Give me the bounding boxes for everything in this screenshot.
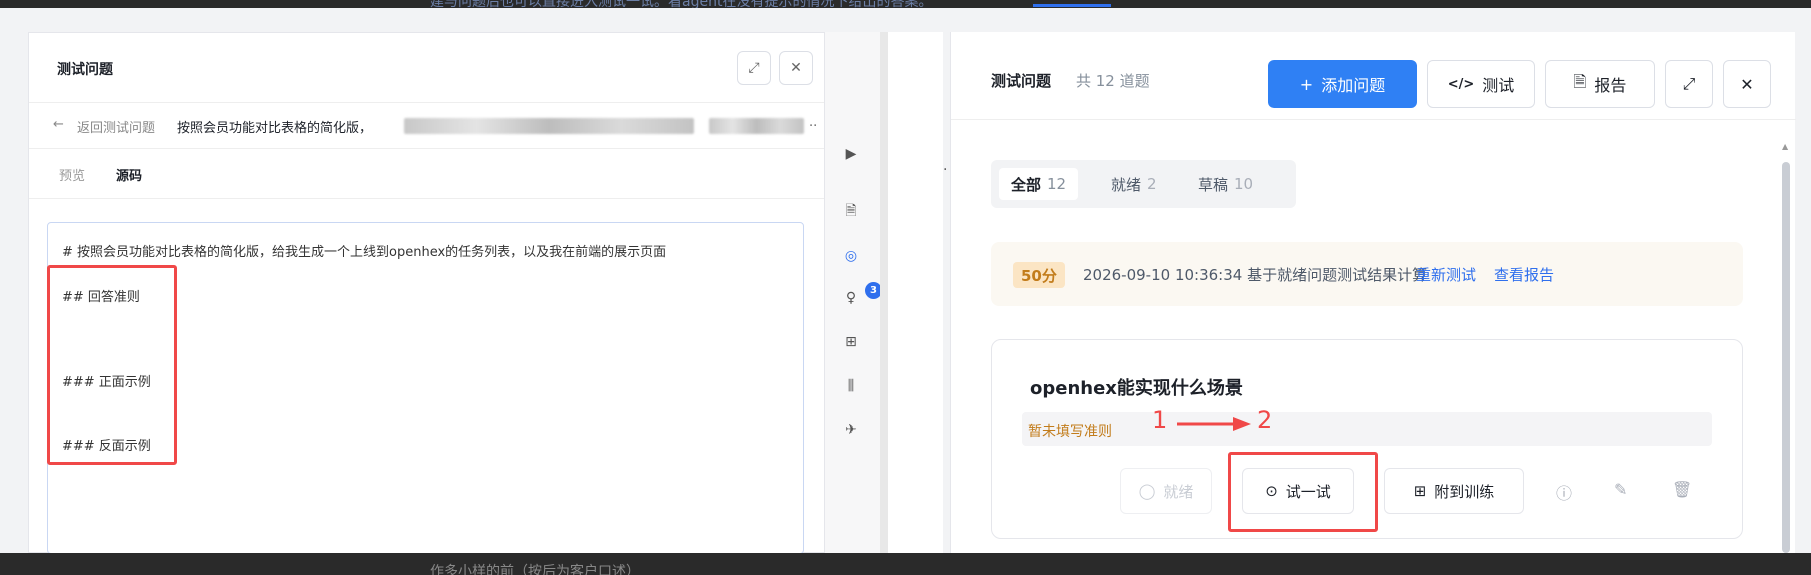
score-summary-bar: 50分 2026-09-10 10:36:34 基于就绪问题测试结果计算 重新测…	[991, 242, 1743, 306]
annotation-highlight-box	[1228, 452, 1378, 532]
score-badge: 50分	[1013, 262, 1065, 288]
report-icon: 🗎	[1573, 71, 1587, 91]
scrollbar[interactable]: ▲	[1781, 132, 1791, 553]
filter-count: 10	[1234, 175, 1254, 193]
check-circle-icon: ◯	[1138, 482, 1156, 500]
redacted-text	[404, 118, 694, 134]
filter-draft[interactable]: 草稿 10	[1186, 168, 1265, 200]
right-test-question-panel: 测试问题 共 12 道题 + 添加问题 </> 测试 🗎 报告 ⤢ ✕ 全部 1…	[950, 32, 1796, 553]
close-icon[interactable]: ✕	[1723, 60, 1771, 108]
view-report-link[interactable]: 查看报告	[1494, 264, 1554, 285]
edit-icon[interactable]: ✎	[1614, 480, 1627, 499]
close-icon[interactable]: ✕	[779, 51, 813, 85]
score-info-text: 2026-09-10 10:36:34 基于就绪问题测试结果计算	[1083, 266, 1428, 284]
question-chat-icon[interactable]: ◎	[841, 246, 861, 266]
rule-placeholder: 暂未填写准则	[1028, 424, 1112, 440]
panel-divider	[880, 32, 888, 553]
side-icon-rail: ▶ 🗎 ◎ ♀ 3 ⊞ ⫼ ✈	[825, 32, 882, 553]
workspace: 测试问题 ⤢ ✕ ← 返回测试问题 按照会员功能对比表格的简化版， .. 预览 …	[0, 8, 1811, 554]
add-question-button[interactable]: + 添加问题	[1268, 60, 1417, 108]
expand-icon[interactable]: ⤢	[1665, 60, 1713, 108]
background-text-fragment: 建与问题后也可以直接进入测试一试。看agent在没有提示的情况下给出的答案。	[430, 0, 933, 8]
report-label: 报告	[1594, 76, 1627, 95]
question-name: openhex能实现什么场景	[1030, 378, 1243, 399]
delete-icon[interactable]: 🗑	[1672, 480, 1692, 499]
annotation-number-1: 1	[1152, 406, 1168, 434]
report-button[interactable]: 🗎 报告	[1545, 60, 1655, 108]
left-panel-title: 测试问题	[57, 62, 113, 78]
background-top-strip: 建与问题后也可以直接进入测试一试。看agent在没有提示的情况下给出的答案。	[0, 0, 1811, 8]
background-text-fragment: 作多小样的前（按后为客户口述）	[430, 564, 640, 575]
redacted-text	[709, 118, 804, 134]
code-icon: </>	[1447, 76, 1475, 92]
right-panel-title: 测试问题	[991, 72, 1052, 90]
answer-rule-field[interactable]: 暂未填写准则	[1022, 412, 1712, 446]
filter-label: 就绪	[1111, 175, 1142, 194]
play-icon[interactable]: ▶	[841, 144, 861, 164]
test-label: 测试	[1482, 76, 1515, 95]
annotation-number-2: 2	[1257, 406, 1273, 434]
attach-label: 附到训练	[1434, 482, 1495, 501]
document-icon[interactable]: 🗎	[841, 202, 861, 222]
filter-count: 2	[1147, 175, 1157, 193]
ready-button[interactable]: ◯ 就绪	[1120, 468, 1212, 514]
background-bottom-strip: 作多小样的前（按后为客户口述）	[0, 553, 1811, 575]
filter-label: 全部	[1011, 175, 1042, 194]
view-tabs: 预览 源码	[29, 149, 824, 199]
back-bar: ← 返回测试问题 按照会员功能对比表格的简化版， ..	[29, 103, 824, 149]
expand-icon[interactable]: ⤢	[737, 51, 771, 85]
filter-all[interactable]: 全部 12	[999, 168, 1079, 200]
annotation-highlight-box	[47, 265, 177, 465]
lightbulb-icon[interactable]: ♀	[841, 288, 861, 308]
add-question-label: 添加问题	[1321, 76, 1386, 95]
scrollbar-thumb[interactable]	[1782, 162, 1790, 553]
right-panel-header: 测试问题 共 12 道题 + 添加问题 </> 测试 🗎 报告 ⤢ ✕	[951, 32, 1796, 120]
title-ellipsis: ..	[809, 115, 818, 130]
test-button[interactable]: </> 测试	[1427, 60, 1535, 108]
apps-icon[interactable]: ⊞	[841, 332, 861, 352]
annotation-arrow-icon	[1177, 417, 1251, 431]
editor-line: # 按照会员功能对比表格的简化版，给我生成一个上线到openhex的任务列表，以…	[62, 245, 667, 260]
filter-ready[interactable]: 就绪 2	[1099, 168, 1169, 200]
question-title: 按照会员功能对比表格的简化版，	[177, 121, 373, 136]
library-icon[interactable]: ⫼	[841, 376, 861, 396]
status-filter: 全部 12 就绪 2 草稿 10	[991, 160, 1296, 208]
background-active-tab-line	[1033, 4, 1111, 7]
back-arrow-icon[interactable]: ←	[53, 117, 64, 132]
plus-icon: +	[1299, 74, 1314, 94]
info-icon[interactable]: ⓘ	[1556, 480, 1572, 504]
attach-icon: ⊞	[1413, 482, 1427, 500]
filter-label: 草稿	[1198, 175, 1229, 194]
rocket-icon[interactable]: ✈	[841, 420, 861, 440]
question-card: openhex能实现什么场景 暂未填写准则 1 2 ◯ 就绪 ⊙ 试一试 ⊞ 附…	[991, 339, 1743, 539]
tab-preview[interactable]: 预览	[59, 165, 85, 184]
attach-to-training-button[interactable]: ⊞ 附到训练	[1384, 468, 1524, 514]
back-to-questions-link[interactable]: 返回测试问题	[77, 117, 155, 136]
retest-link[interactable]: 重新测试	[1416, 264, 1476, 285]
tab-source[interactable]: 源码	[116, 165, 142, 184]
scroll-up-icon[interactable]: ▲	[1782, 142, 1788, 151]
left-test-question-panel: 测试问题 ⤢ ✕ ← 返回测试问题 按照会员功能对比表格的简化版， .. 预览 …	[28, 32, 825, 554]
background-document: ·	[888, 32, 947, 553]
question-count: 共 12 道题	[1076, 72, 1150, 90]
filter-count: 12	[1047, 175, 1067, 193]
background-glyph: ·	[943, 162, 948, 178]
ready-label: 就绪	[1163, 482, 1194, 501]
left-panel-header: 测试问题 ⤢ ✕	[29, 33, 824, 103]
